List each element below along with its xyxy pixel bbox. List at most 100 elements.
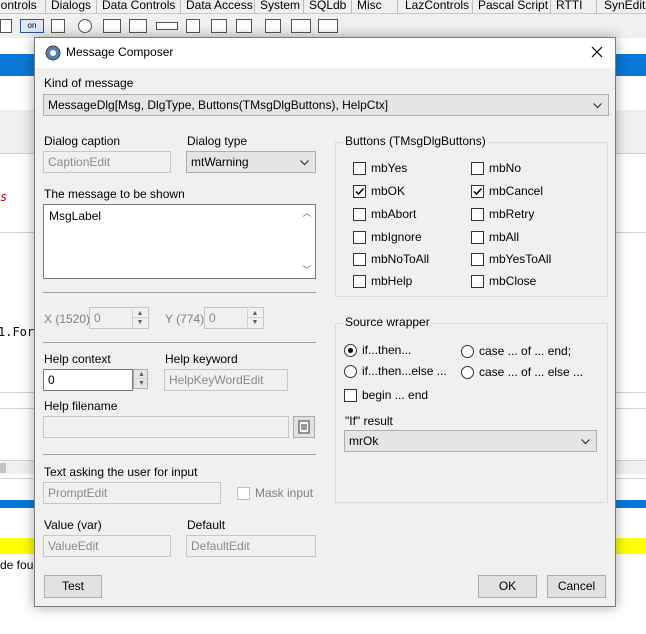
- cancel-button-label: Cancel: [557, 579, 596, 593]
- x-position-spin[interactable]: 0 ▲ ▼: [89, 307, 149, 329]
- palette-tab-data-controls[interactable]: Data Controls: [102, 0, 175, 13]
- value-input[interactable]: ValueEdit: [43, 535, 171, 557]
- component-icon[interactable]: [0, 19, 12, 33]
- browse-file-button[interactable]: [293, 416, 315, 438]
- memo-scrollbar[interactable]: ︿ ﹀: [301, 207, 313, 276]
- spin-up-icon[interactable]: ▲: [132, 309, 147, 318]
- scroll-down-icon[interactable]: ﹀: [302, 265, 312, 275]
- default-label: Default: [187, 518, 226, 532]
- default-input[interactable]: DefaultEdit: [186, 535, 316, 557]
- spin-up-icon[interactable]: ▲: [134, 370, 149, 379]
- radio-circle: [344, 365, 357, 378]
- button-option-label: mbAbort: [371, 207, 417, 221]
- dialog-type-value: mtWarning: [191, 155, 249, 169]
- y-position-spin[interactable]: 0 ▲ ▼: [204, 307, 264, 329]
- message-composer-dialog: Message Composer Kind of message Message…: [34, 37, 616, 607]
- test-button[interactable]: Test: [44, 575, 102, 598]
- palette-tab-synedit[interactable]: SynEdit: [604, 0, 645, 13]
- button-option-label: mbOK: [371, 184, 406, 198]
- checkbox-box: [471, 185, 484, 198]
- button-option-label: mbAll: [489, 230, 520, 244]
- tab-separator: [351, 0, 352, 14]
- help-keyword-input[interactable]: HelpKeyWordEdit: [164, 369, 288, 391]
- y-spin-buttons[interactable]: ▲ ▼: [247, 309, 262, 327]
- input-prompt-label: Text asking the user for input: [44, 465, 198, 479]
- panel-component-icon[interactable]: [186, 19, 200, 33]
- palette-tab-controls[interactable]: Controls: [0, 0, 37, 13]
- spin-down-icon[interactable]: ▼: [132, 318, 147, 327]
- tab-separator: [397, 0, 398, 14]
- button-option-label: mbRetry: [489, 207, 535, 221]
- wrapper-option-label: case ... of ... end;: [479, 344, 572, 358]
- kind-of-message-select[interactable]: MessageDlg[Msg, DlgType, Buttons(TMsgDlg…: [43, 94, 609, 116]
- dialog-component-icon[interactable]: [318, 19, 338, 33]
- spin-down-icon[interactable]: ▼: [247, 318, 262, 327]
- listbox-component-icon[interactable]: [103, 19, 121, 33]
- scroll-up-icon[interactable]: ︿: [302, 208, 312, 218]
- radio-circle: [344, 344, 357, 357]
- frame-component-icon[interactable]: [265, 19, 281, 33]
- checkbox-box: [353, 253, 366, 266]
- checkbox-box: [471, 162, 484, 175]
- dialog-caption-placeholder: CaptionEdit: [48, 155, 111, 169]
- chevron-down-icon: [593, 103, 602, 109]
- separator: [43, 342, 316, 343]
- dialog-type-select[interactable]: mtWarning: [186, 151, 316, 173]
- help-context-spin-buttons[interactable]: ▲ ▼: [133, 369, 149, 389]
- radio-circle: [461, 366, 474, 379]
- palette-tab-pascal-script[interactable]: Pascal Script: [478, 0, 548, 13]
- tab-separator: [550, 0, 551, 14]
- buttons-group-title: Buttons (TMsgDlgButtons): [344, 134, 487, 148]
- help-filename-input[interactable]: [43, 416, 289, 438]
- tab-separator: [596, 0, 597, 14]
- spin-up-icon[interactable]: ▲: [247, 309, 262, 318]
- mask-input-label: Mask input: [255, 486, 314, 500]
- chevron-down-icon: [581, 439, 590, 445]
- toggle-component-icon[interactable]: on: [20, 19, 44, 33]
- palette-tab-rtti[interactable]: RTTI: [556, 0, 582, 13]
- spin-down-icon[interactable]: ▼: [134, 379, 149, 388]
- wrapper-option-label: if...then...: [362, 343, 412, 357]
- memo-component-icon[interactable]: [129, 19, 147, 33]
- help-keyword-placeholder: HelpKeyWordEdit: [169, 373, 264, 387]
- palette-tab-system[interactable]: System: [260, 0, 300, 13]
- button-option-label: mbYes: [371, 161, 408, 175]
- checklist-component-icon[interactable]: [236, 19, 252, 33]
- dialog-title: Message Composer: [66, 45, 174, 59]
- palette-tab-sqldb[interactable]: SQLdb: [309, 0, 346, 13]
- prompt-input[interactable]: PromptEdit: [43, 482, 221, 504]
- palette-tab-dialogs[interactable]: Dialogs: [51, 0, 91, 13]
- prompt-placeholder: PromptEdit: [48, 486, 108, 500]
- palette-tab-misc[interactable]: Misc: [357, 0, 382, 13]
- checkbox-box: [471, 231, 484, 244]
- palette-tab-data-access[interactable]: Data Access: [186, 0, 253, 13]
- x-position-label: X (1520): [44, 312, 91, 326]
- if-result-select[interactable]: mrOk: [344, 430, 597, 452]
- dialog-title-bar[interactable]: Message Composer: [35, 38, 615, 68]
- cancel-button[interactable]: Cancel: [547, 575, 606, 598]
- lazarus-app-icon: [45, 45, 61, 61]
- kind-of-message-label: Kind of message: [44, 76, 134, 90]
- scrollbar-component-icon[interactable]: [156, 22, 178, 30]
- checkbox-component-icon[interactable]: [51, 19, 65, 33]
- ok-button[interactable]: OK: [478, 575, 537, 598]
- groupbox-component-icon[interactable]: [211, 19, 227, 33]
- scrollbar-thumb[interactable]: [0, 463, 6, 473]
- ok-button-label: OK: [498, 579, 517, 593]
- palette-tab-lazcontrols[interactable]: LazControls: [405, 0, 469, 13]
- message-memo[interactable]: MsgLabel ︿ ﹀: [43, 204, 316, 279]
- checkmark-icon: [355, 187, 365, 196]
- close-button[interactable]: [585, 41, 609, 65]
- help-keyword-label: Help keyword: [165, 352, 238, 366]
- wrapper-option-label: case ... of ... else ...: [479, 365, 584, 379]
- x-spin-buttons[interactable]: ▲ ▼: [132, 309, 147, 327]
- checkbox-box: [471, 208, 484, 221]
- help-context-input[interactable]: 0: [43, 369, 133, 391]
- radio-dot: [348, 348, 353, 353]
- form-component-icon[interactable]: [291, 19, 311, 33]
- help-context-label: Help context: [44, 352, 111, 366]
- button-option-label: mbHelp: [371, 274, 413, 288]
- button-option-label: mbCancel: [489, 184, 544, 198]
- dialog-caption-input[interactable]: CaptionEdit: [43, 151, 171, 173]
- radio-component-icon[interactable]: [78, 19, 92, 33]
